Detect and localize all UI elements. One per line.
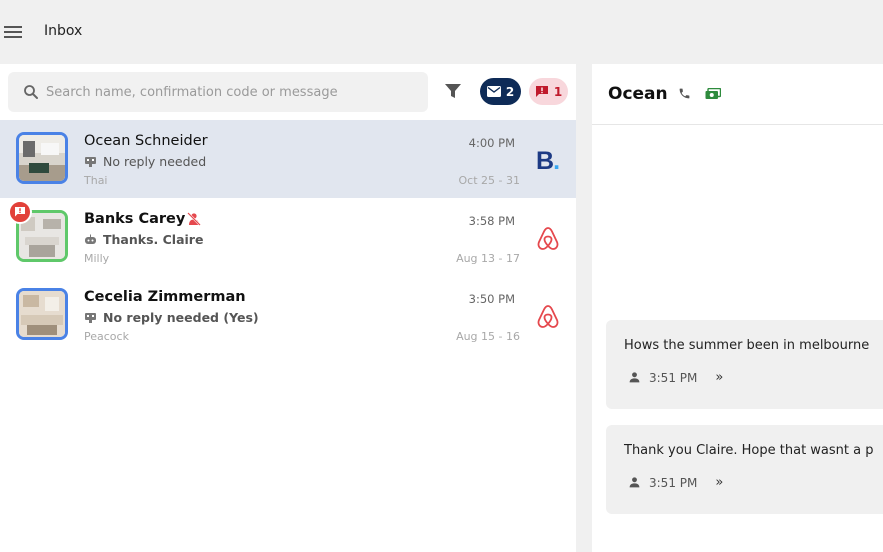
hamburger-menu-icon[interactable] [4,24,22,40]
last-message-text: Thanks. Claire [103,232,204,247]
conversation-list: Ocean Schneider No reply needed Thai 4:0… [0,120,576,354]
stay-dates: Aug 13 - 17 [456,252,520,265]
mail-icon [486,86,501,97]
last-message-text: No reply needed [103,154,207,169]
last-message: No reply needed (Yes) [84,310,259,325]
robot-icon [85,156,96,167]
phone-icon[interactable] [678,87,691,100]
property-name: Thai [84,174,108,187]
last-message: No reply needed [84,154,206,169]
stay-dates: Aug 15 - 16 [456,330,520,343]
alert-indicator-icon [8,200,32,224]
message-bubble: Thank you Claire. Hope that wasnt a p 3:… [606,425,883,514]
property-name: Milly [84,252,110,265]
property-name: Peacock [84,330,129,343]
alert-message-icon [535,86,548,97]
conversation-guest-name: Ocean [608,84,668,104]
conversation-list-panel: 2 1 Ocean Schneider No reply needed Thai… [0,64,576,552]
mail-count: 2 [505,84,515,99]
conversation-header: Ocean [592,64,883,125]
search-box[interactable] [8,72,428,112]
conversation-row[interactable]: Cecelia Zimmerman No reply needed (Yes) … [0,276,576,354]
top-bar: Inbox [0,0,883,64]
search-icon [24,85,38,99]
property-thumbnail [16,288,68,340]
alert-message-badge[interactable]: 1 [529,78,568,105]
guest-name: Ocean Schneider [84,133,208,149]
search-input[interactable] [46,72,422,112]
message-text: Hows the summer been in melbourne [624,338,870,353]
message-meta: 3:51 PM » [628,370,723,385]
unread-mail-badge[interactable]: 2 [480,78,521,105]
conversation-row[interactable]: Ocean Schneider No reply needed Thai 4:0… [0,120,576,198]
alert-count: 1 [553,84,563,99]
expand-icon[interactable]: » [715,475,723,490]
conversation-panel: Ocean Hows the summer been in melbourne … [592,64,883,552]
message-meta: 3:51 PM » [628,475,723,490]
robot-icon [85,234,96,244]
message-text: Thank you Claire. Hope that wasnt a p [624,443,874,458]
payment-icon[interactable] [705,88,721,100]
person-icon [629,477,640,488]
filter-icon[interactable] [444,83,462,99]
message-time: 3:50 PM [468,292,515,306]
robot-icon [85,312,96,323]
page-title: Inbox [44,23,83,39]
booking-com-icon: B. [536,147,560,175]
message-time: 3:58 PM [468,214,515,228]
message-time: 4:00 PM [468,136,515,150]
conversation-row[interactable]: Banks Carey Thanks. Claire Milly 3:58 PM… [0,198,576,276]
guest-name: Cecelia Zimmerman [84,289,246,305]
stay-dates: Oct 25 - 31 [458,174,520,187]
automation-off-icon [187,212,201,226]
guest-name: Banks Carey [84,211,186,227]
message-time: 3:51 PM [649,475,698,490]
expand-icon[interactable]: » [715,370,723,385]
message-bubble: Hows the summer been in melbourne 3:51 P… [606,320,883,409]
message-time: 3:51 PM [649,370,698,385]
last-message: Thanks. Claire [84,232,203,247]
last-message-text: No reply needed (Yes) [103,310,259,325]
airbnb-icon [537,305,559,328]
property-thumbnail [16,132,68,184]
person-icon [629,372,640,383]
airbnb-icon [537,227,559,250]
